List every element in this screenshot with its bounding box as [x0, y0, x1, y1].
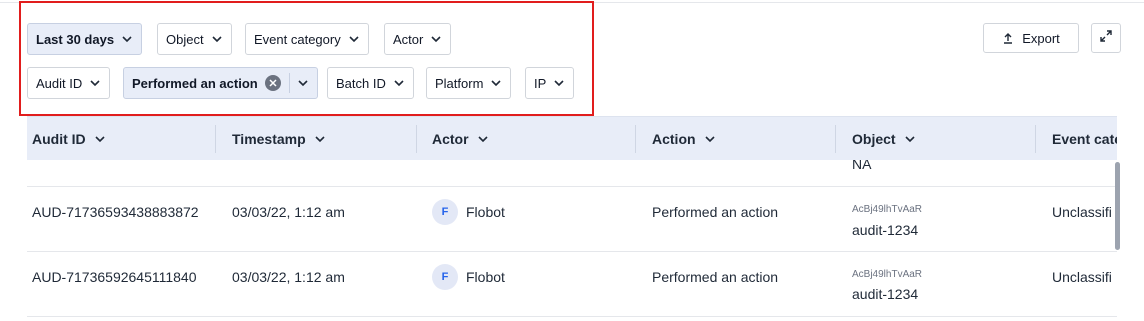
avatar: F	[432, 264, 458, 290]
actor-cell: Flobot	[466, 204, 505, 220]
object-name-cell: audit-1234	[852, 222, 919, 238]
filter-label: Audit ID	[36, 75, 83, 91]
expand-icon	[1099, 29, 1113, 48]
clear-filter-icon[interactable]	[264, 75, 281, 91]
filter-label: Last 30 days	[36, 31, 115, 47]
chevron-down-icon	[89, 77, 101, 89]
filter-platform[interactable]: Platform	[426, 67, 512, 99]
upload-icon	[1002, 32, 1014, 44]
chip-divider	[288, 73, 290, 93]
column-header-object[interactable]: Object	[852, 117, 1032, 161]
export-button[interactable]: Export	[983, 23, 1079, 53]
column-label: Actor	[432, 131, 469, 147]
filter-actor[interactable]: Actor	[384, 23, 452, 55]
filter-object[interactable]: Object	[157, 23, 232, 55]
action-cell: Performed an action	[652, 269, 779, 285]
top-divider	[0, 2, 1144, 3]
object-cell: NA	[852, 160, 872, 172]
column-divider	[215, 125, 216, 153]
column-divider	[835, 125, 836, 153]
chevron-down-icon	[348, 33, 360, 45]
filter-event-category[interactable]: Event category	[245, 23, 369, 55]
chevron-down-icon	[314, 133, 326, 145]
object-id-cell: AcBj49lhTvAaR	[852, 269, 923, 280]
column-header-event-category[interactable]: Event cate	[1052, 117, 1117, 161]
filter-label: Platform	[435, 75, 484, 91]
actor-cell: Flobot	[466, 269, 505, 285]
timestamp-cell: 03/03/22, 1:12 am	[232, 204, 345, 220]
chevron-down-icon	[490, 77, 502, 89]
filter-audit-id[interactable]: Audit ID	[27, 67, 111, 99]
chevron-down-icon	[477, 133, 489, 145]
column-label: Object	[852, 131, 896, 147]
action-cell: Performed an action	[652, 204, 779, 220]
column-divider	[635, 125, 636, 153]
timestamp-cell: 03/03/22, 1:12 am	[232, 269, 345, 285]
event-category-cell: Unclassifi	[1052, 269, 1112, 285]
column-header-timestamp[interactable]: Timestamp	[232, 117, 412, 161]
event-category-cell: Unclassifi	[1052, 204, 1112, 220]
filter-action[interactable]: Performed an action	[123, 67, 318, 99]
chevron-down-icon	[553, 77, 565, 89]
filter-label: Batch ID	[336, 75, 386, 91]
table-row[interactable]: NA	[27, 160, 1117, 187]
chevron-down-icon	[904, 133, 916, 145]
column-header-action[interactable]: Action	[652, 117, 832, 161]
filter-batch-id[interactable]: Batch ID	[327, 67, 414, 99]
filter-label: IP	[534, 75, 547, 91]
column-label: Timestamp	[232, 131, 306, 147]
table-row[interactable]: AUD-71736592645111840 03/03/22, 1:12 am …	[27, 252, 1117, 317]
chevron-down-icon	[393, 77, 405, 89]
column-label: Event cate	[1052, 131, 1117, 147]
filter-date-range[interactable]: Last 30 days	[27, 23, 143, 55]
object-name-cell: audit-1234	[852, 286, 919, 302]
chevron-down-icon	[121, 33, 133, 45]
chevron-down-icon	[94, 133, 106, 145]
chevron-down-icon	[430, 33, 442, 45]
filter-ip[interactable]: IP	[525, 67, 575, 99]
chevron-down-icon	[211, 33, 223, 45]
object-id-cell: AcBj49lhTvAaR	[852, 204, 923, 215]
filter-label: Object	[166, 31, 204, 47]
column-header-actor[interactable]: Actor	[432, 117, 612, 161]
vertical-scrollbar[interactable]	[1115, 162, 1120, 250]
column-divider	[416, 125, 417, 153]
column-label: Audit ID	[32, 131, 86, 147]
table-row[interactable]: AUD-71736593438883872 03/03/22, 1:12 am …	[27, 187, 1117, 252]
export-label: Export	[1022, 30, 1060, 46]
chevron-down-icon	[704, 133, 716, 145]
filter-label: Performed an action	[132, 75, 258, 91]
filter-label: Actor	[393, 31, 424, 47]
audit-id-cell: AUD-71736592645111840	[32, 269, 197, 285]
audit-id-cell: AUD-71736593438883872	[32, 204, 199, 220]
filter-label: Event category	[254, 31, 341, 47]
chevron-down-icon[interactable]	[297, 77, 309, 89]
column-divider	[1035, 125, 1036, 153]
column-label: Action	[652, 131, 696, 147]
avatar: F	[432, 199, 458, 225]
fullscreen-button[interactable]	[1091, 23, 1121, 53]
table-header: Audit ID Timestamp Actor Action Object E…	[27, 116, 1117, 160]
column-header-audit-id[interactable]: Audit ID	[32, 117, 212, 161]
